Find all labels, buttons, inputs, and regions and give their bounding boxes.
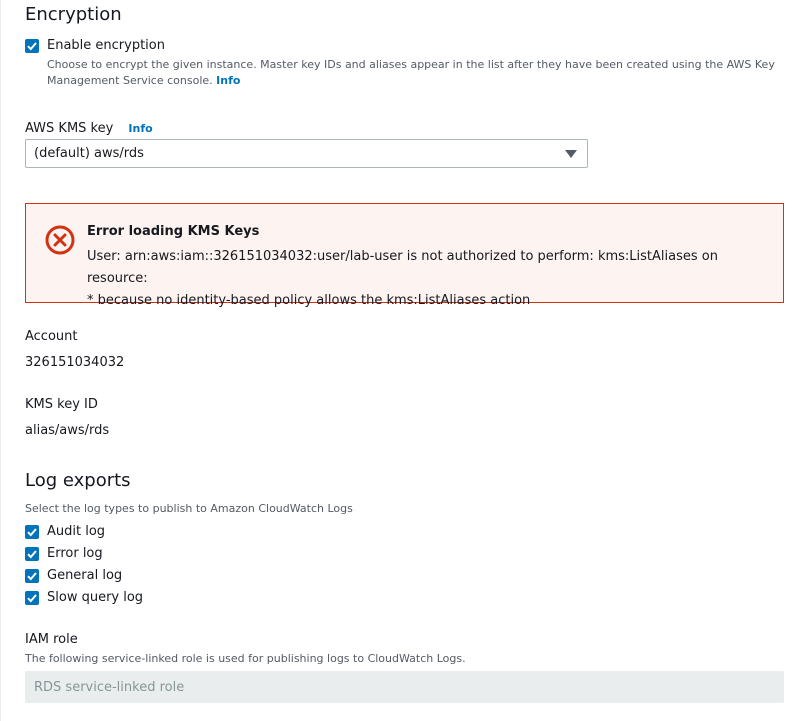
encryption-heading: Encryption (25, 4, 122, 25)
error-alert-title: Error loading KMS Keys (87, 224, 260, 239)
slow-query-log-checkbox[interactable] (25, 591, 39, 605)
error-log-label: Error log (47, 546, 103, 561)
iam-role-input: RDS service-linked role (25, 671, 784, 703)
general-log-label: General log (47, 568, 123, 583)
general-log-row[interactable]: General log (25, 568, 122, 584)
checkmark-icon (27, 594, 37, 603)
enable-encryption-checkbox[interactable] (25, 39, 39, 53)
checkmark-icon (27, 550, 37, 559)
audit-log-row[interactable]: Audit log (25, 524, 105, 540)
iam-role-placeholder: RDS service-linked role (34, 679, 185, 695)
kms-key-id-label: KMS key ID (25, 397, 98, 412)
iam-role-label: IAM role (25, 632, 78, 647)
error-alert-message: User: arn:aws:iam::326151034032:user/lab… (87, 246, 777, 312)
kms-key-info-link[interactable]: Info (128, 122, 152, 135)
log-exports-description: Select the log types to publish to Amazo… (25, 502, 353, 515)
checkmark-icon (27, 42, 37, 51)
kms-key-select[interactable]: (default) aws/rds (25, 139, 588, 168)
error-circle-x-icon (45, 225, 75, 259)
enable-encryption-row[interactable]: Enable encryption (25, 38, 165, 54)
error-alert-line-2: * because no identity-based policy allow… (87, 293, 531, 308)
account-value: 326151034032 (25, 355, 125, 370)
error-alert-line-1: User: arn:aws:iam::326151034032:user/lab… (87, 249, 718, 286)
account-label: Account (25, 329, 78, 344)
audit-log-label: Audit log (47, 524, 106, 539)
iam-role-description: The following service-linked role is use… (25, 652, 466, 665)
kms-key-id-value: alias/aws/rds (25, 423, 110, 438)
error-log-row[interactable]: Error log (25, 546, 103, 562)
general-log-checkbox[interactable] (25, 569, 39, 583)
encryption-description-text: Choose to encrypt the given instance. Ma… (47, 58, 775, 87)
panel-left-border (0, 0, 1, 721)
checkmark-icon (27, 528, 37, 537)
encryption-description: Choose to encrypt the given instance. Ma… (47, 57, 777, 89)
caret-down-icon (565, 150, 577, 158)
log-exports-heading: Log exports (25, 470, 131, 491)
checkmark-icon (27, 572, 37, 581)
enable-encryption-label: Enable encryption (47, 38, 165, 53)
error-alert: Error loading KMS Keys User: arn:aws:iam… (25, 203, 784, 308)
audit-log-checkbox[interactable] (25, 525, 39, 539)
slow-query-log-row[interactable]: Slow query log (25, 590, 143, 606)
slow-query-log-label: Slow query log (47, 590, 144, 605)
error-log-checkbox[interactable] (25, 547, 39, 561)
kms-key-label: AWS KMS key (25, 121, 114, 136)
kms-key-select-value: (default) aws/rds (34, 146, 144, 161)
kms-key-label-row: AWS KMS key Info (25, 117, 153, 137)
encryption-info-link[interactable]: Info (216, 74, 240, 87)
